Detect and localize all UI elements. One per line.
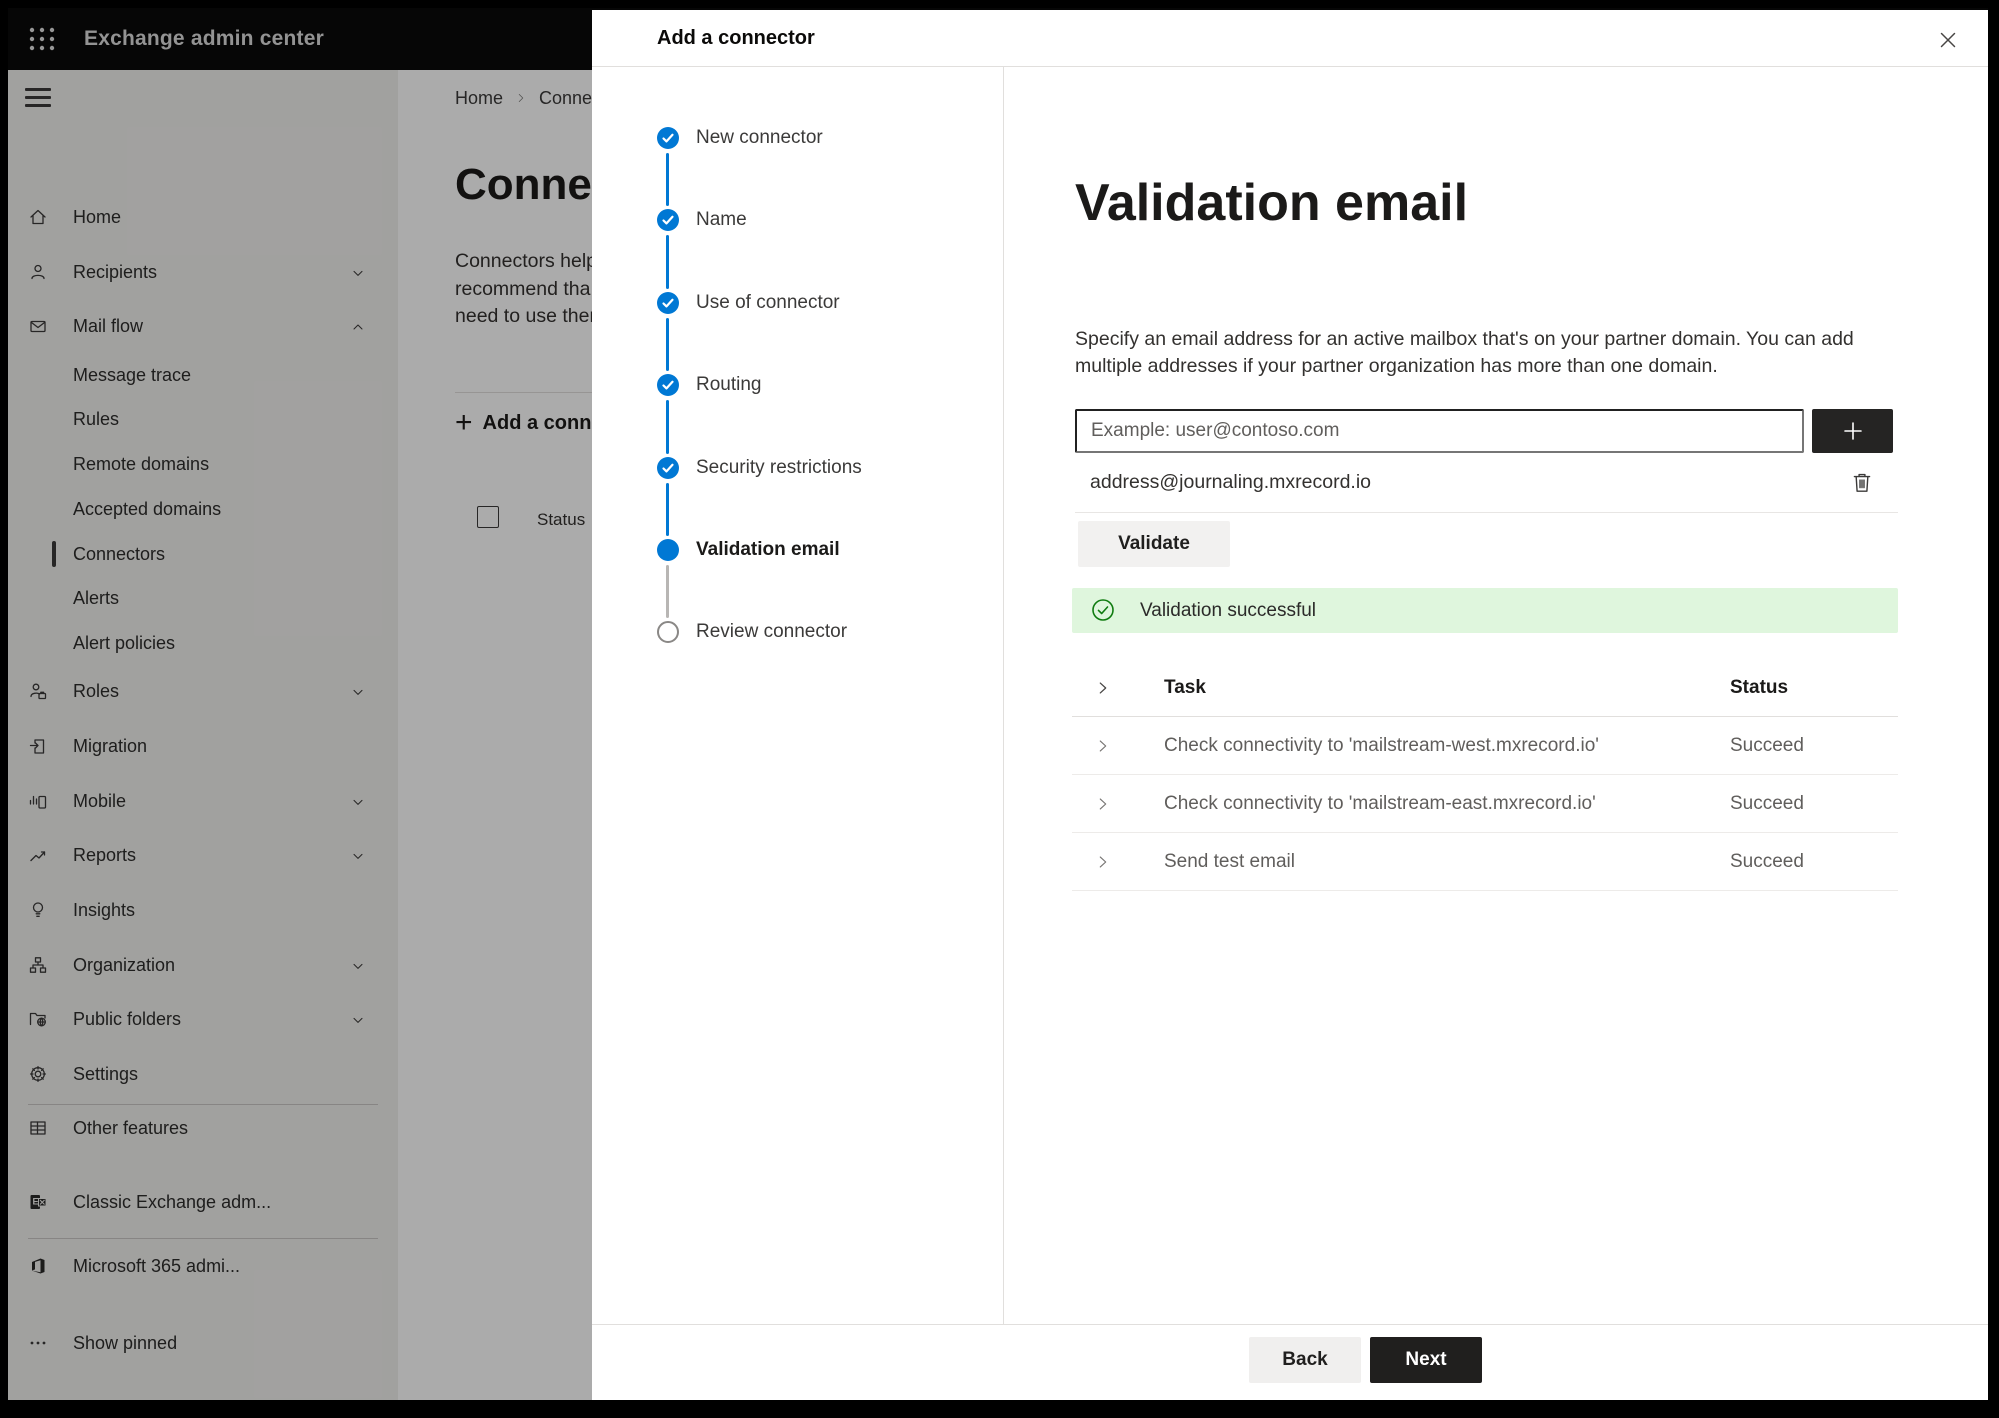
- added-address-row: address@journaling.mxrecord.io: [1090, 471, 1898, 497]
- email-address-input[interactable]: [1075, 409, 1804, 453]
- table-row: Send test email Succeed: [1072, 833, 1898, 891]
- step-current-icon: [657, 539, 679, 561]
- task-column-header: Task: [1164, 677, 1206, 698]
- step-routing[interactable]: Routing: [592, 373, 992, 397]
- plus-icon: [1843, 422, 1862, 440]
- step-done-icon: [657, 292, 679, 314]
- task-cell: Check connectivity to 'mailstream-east.m…: [1164, 792, 1596, 814]
- chevron-right-icon[interactable]: [1094, 795, 1112, 813]
- step-done-icon: [657, 374, 679, 396]
- table-row: Check connectivity to 'mailstream-west.m…: [1072, 717, 1898, 775]
- task-cell: Check connectivity to 'mailstream-west.m…: [1164, 734, 1599, 756]
- next-button[interactable]: Next: [1370, 1337, 1482, 1383]
- step-connector-line: [666, 153, 669, 206]
- banner-text: Validation successful: [1140, 599, 1317, 621]
- step-upcoming-icon: [657, 621, 679, 643]
- divider: [1075, 512, 1898, 513]
- add-address-button[interactable]: [1812, 409, 1893, 453]
- add-connector-dialog: Add a connector New connector Name Use o…: [592, 10, 1988, 1400]
- chevron-right-icon[interactable]: [1094, 679, 1112, 697]
- validation-email-description: Specify an email address for an active m…: [1075, 328, 1854, 377]
- validation-tasks-table: Task Status Check connectivity to 'mails…: [1072, 660, 1898, 891]
- step-use-of-connector[interactable]: Use of connector: [592, 291, 992, 315]
- step-connector-line: [666, 318, 669, 371]
- validate-button[interactable]: Validate: [1078, 521, 1230, 567]
- step-done-icon: [657, 209, 679, 231]
- step-security-restrictions[interactable]: Security restrictions: [592, 456, 992, 480]
- close-icon[interactable]: [1934, 26, 1962, 54]
- trash-icon[interactable]: [1848, 469, 1876, 497]
- app-window: Exchange admin center Home Recipients Ma…: [8, 8, 1988, 1400]
- step-done-icon: [657, 457, 679, 479]
- step-connector-line: [666, 400, 669, 454]
- table-header-row: Task Status: [1072, 660, 1898, 717]
- added-address: address@journaling.mxrecord.io: [1090, 471, 1372, 493]
- step-validation-email[interactable]: Validation email: [592, 538, 992, 562]
- chevron-right-icon[interactable]: [1094, 737, 1112, 755]
- validation-success-banner: Validation successful: [1072, 588, 1898, 633]
- task-cell: Send test email: [1164, 850, 1295, 872]
- chevron-right-icon[interactable]: [1094, 853, 1112, 871]
- dialog-footer: Back Next: [592, 1324, 1988, 1400]
- validation-email-heading: Validation email: [1075, 174, 1469, 232]
- back-button[interactable]: Back: [1249, 1337, 1361, 1383]
- step-connector-line: [666, 235, 669, 289]
- step-name[interactable]: Name: [592, 208, 992, 232]
- step-connector-line: [666, 483, 669, 536]
- status-cell: Succeed: [1730, 850, 1804, 872]
- wizard-steps: New connector Name Use of connector Rout…: [592, 67, 1004, 1324]
- step-new-connector[interactable]: New connector: [592, 126, 992, 150]
- step-review-connector[interactable]: Review connector: [592, 620, 992, 644]
- dialog-title: Add a connector: [657, 27, 815, 49]
- step-done-icon: [657, 127, 679, 149]
- success-check-icon: [1091, 598, 1115, 622]
- dialog-header: Add a connector: [592, 10, 1988, 67]
- status-column-header: Status: [1730, 677, 1789, 698]
- status-cell: Succeed: [1730, 792, 1804, 814]
- step-connector-line: [666, 565, 669, 618]
- table-row: Check connectivity to 'mailstream-east.m…: [1072, 775, 1898, 833]
- status-cell: Succeed: [1730, 734, 1804, 756]
